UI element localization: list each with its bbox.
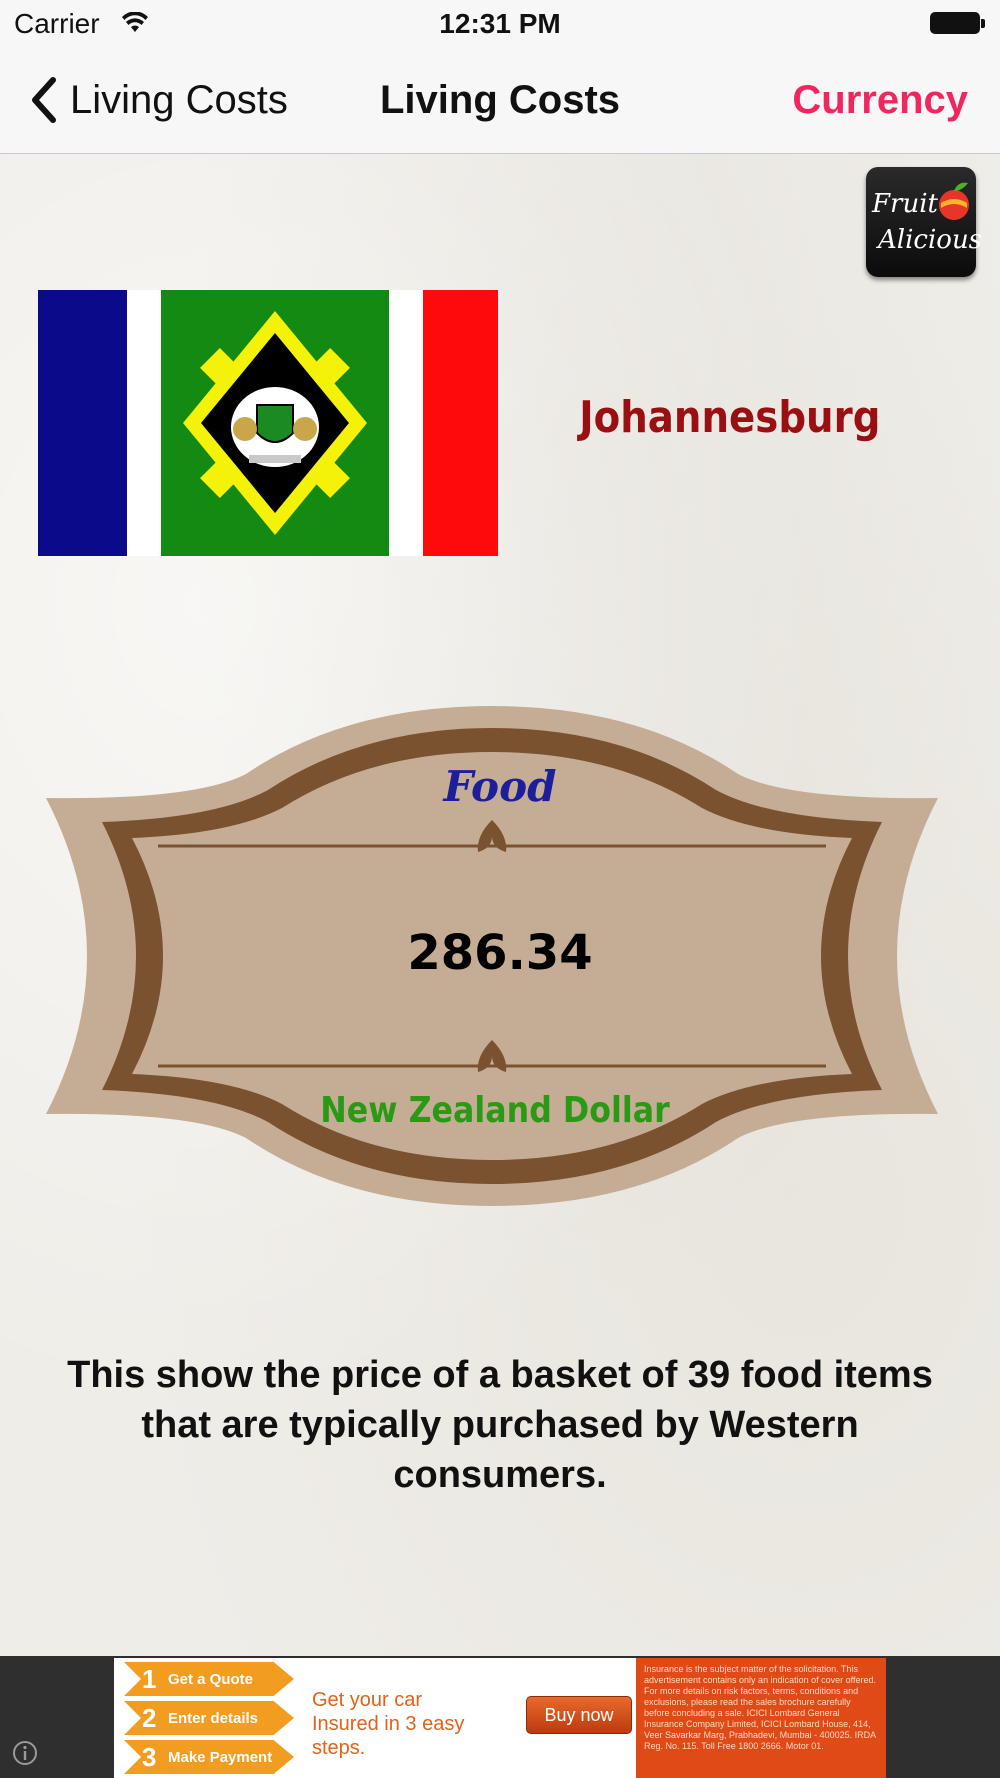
- status-bar: Carrier 12:31 PM: [0, 0, 1000, 50]
- ad-step: 3 Make Payment: [124, 1740, 294, 1774]
- ad-step: 2 Enter details: [124, 1701, 294, 1735]
- price-value: 286.34: [407, 925, 593, 981]
- category-title: Food: [443, 762, 557, 811]
- ad-headline: Get your car Insured in 3 easy steps.: [312, 1689, 465, 1759]
- city-name: Johannesburg: [579, 392, 881, 443]
- app-logo[interactable]: Fruit Alicious: [866, 167, 982, 277]
- ad-step: 1 Get a Quote: [124, 1662, 294, 1696]
- advertisement-banner[interactable]: 1 Get a Quote 2 Enter details 3 Make Paymen…: [114, 1658, 886, 1778]
- clock: 12:31 PM: [439, 8, 561, 39]
- back-button[interactable]: Living Costs: [26, 72, 288, 128]
- ad-disclaimer: Insurance is the subject matter of the s…: [636, 1658, 886, 1778]
- fruit-icon: [939, 182, 969, 220]
- currency-label: New Zealand Dollar: [320, 1090, 670, 1131]
- logo-text: Fruit: [872, 189, 938, 219]
- currency-button[interactable]: Currency: [792, 78, 968, 123]
- city-flag-image: [38, 290, 498, 556]
- logo-text: Alicious: [878, 225, 983, 255]
- back-button-label: Living Costs: [70, 77, 288, 122]
- battery-icon: [930, 12, 986, 36]
- ad-buy-now-button[interactable]: Buy now: [526, 1696, 632, 1734]
- info-icon[interactable]: [12, 1740, 38, 1766]
- category-description: This show the price of a basket of 39 fo…: [67, 1354, 933, 1496]
- ad-steps: 1 Get a Quote 2 Enter details 3 Make Paymen…: [114, 1658, 304, 1778]
- navigation-bar: Living Costs Living Costs Currency: [0, 50, 1000, 154]
- chevron-left-icon: [32, 77, 56, 123]
